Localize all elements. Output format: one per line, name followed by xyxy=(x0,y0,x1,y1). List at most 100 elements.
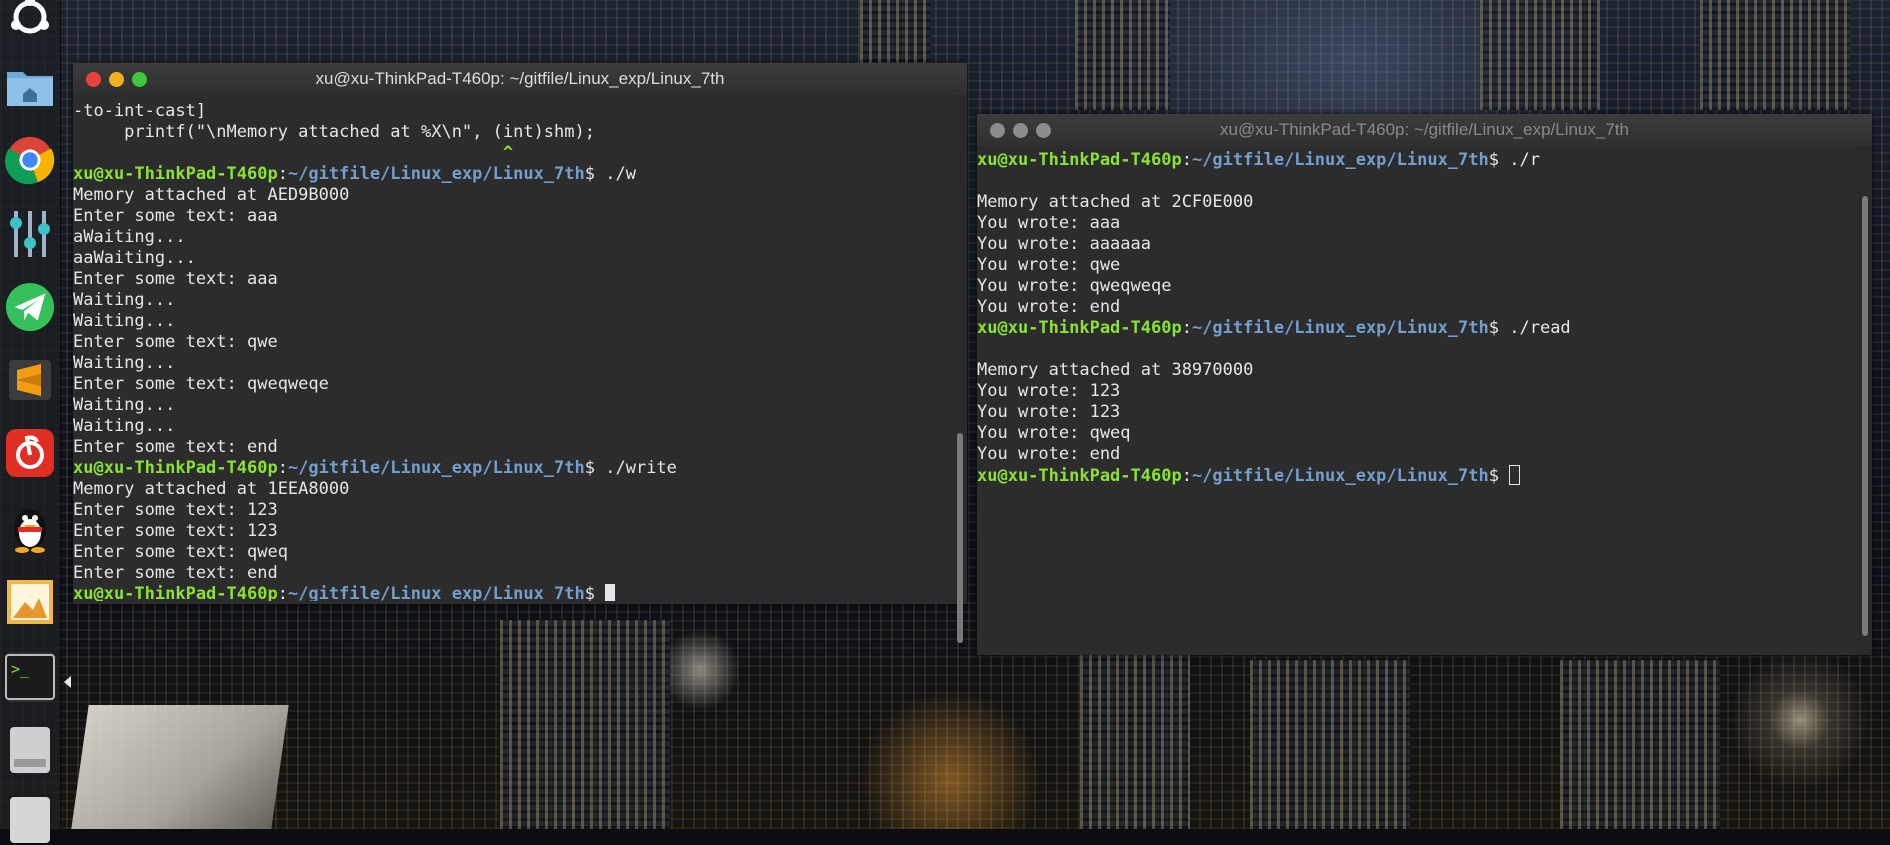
output-line: You wrote: end xyxy=(977,444,1121,464)
minimize-button[interactable] xyxy=(109,72,124,87)
terminal-scrollbar[interactable] xyxy=(953,95,967,643)
output-line: Enter some text: qweqweqe xyxy=(73,374,329,394)
window-title: xu@xu-ThinkPad-T460p: ~/gitfile/Linux_ex… xyxy=(1220,120,1629,139)
svg-text:>_: >_ xyxy=(11,660,30,678)
prompt-symbol: $ xyxy=(1488,318,1500,338)
prompt-user-host: xu@xu-ThinkPad-T460p xyxy=(73,164,278,184)
output-line: You wrote: aaa xyxy=(977,213,1121,233)
output-line: Waiting... xyxy=(73,290,176,310)
image-viewer-icon[interactable] xyxy=(5,577,55,627)
wallpaper-building xyxy=(500,620,670,829)
command-text: ./write xyxy=(595,458,677,478)
text-cursor[interactable] xyxy=(1509,465,1521,485)
output-line: You wrote: end xyxy=(977,297,1121,317)
window-title: xu@xu-ThinkPad-T460p: ~/gitfile/Linux_ex… xyxy=(315,69,725,88)
output-line: aWaiting... xyxy=(73,227,186,247)
prompt-path: ~/gitfile/Linux_exp/Linux_7th xyxy=(287,164,585,184)
command-text xyxy=(595,584,605,601)
wallpaper-building xyxy=(1480,0,1600,110)
chrome-icon[interactable] xyxy=(5,135,55,185)
output-line: Waiting... xyxy=(73,416,176,436)
output-line: Enter some text: aaa xyxy=(73,206,278,226)
prompt-line: xu@xu-ThinkPad-T460p:~/gitfile/Linux_exp… xyxy=(977,150,1858,171)
output-line: Enter some text: end xyxy=(73,437,278,457)
maximize-button[interactable] xyxy=(132,72,147,87)
output-line: Enter some text: aaa xyxy=(73,269,278,289)
output-line: Memory attached at 1EEA8000 xyxy=(73,479,350,499)
left-terminal-titlebar[interactable]: xu@xu-ThinkPad-T460p: ~/gitfile/Linux_ex… xyxy=(73,63,967,95)
compiler-caret-line: ^ xyxy=(73,143,514,163)
prompt-path: ~/gitfile/Linux_exp/Linux_7th xyxy=(287,458,585,478)
prompt-symbol: $ xyxy=(584,164,596,184)
ubuntu-logo-icon[interactable] xyxy=(5,0,55,42)
terminal-output[interactable]: -to-int-cast] printf("\nMemory attached … xyxy=(73,101,953,601)
prompt-path: ~/gitfile/Linux_exp/Linux_7th xyxy=(1191,150,1489,170)
wallpaper-building xyxy=(1080,655,1190,829)
prompt-separator: : xyxy=(1181,466,1192,486)
output-line: printf("\nMemory attached at %X\n", (int… xyxy=(73,122,595,142)
telegram-icon[interactable] xyxy=(5,282,55,332)
terminal-output[interactable]: xu@xu-ThinkPad-T460p:~/gitfile/Linux_exp… xyxy=(977,150,1858,650)
unity-launcher: >_ xyxy=(0,0,61,843)
prompt-line: xu@xu-ThinkPad-T460p:~/gitfile/Linux_exp… xyxy=(977,465,1858,486)
prompt-symbol: $ xyxy=(1488,466,1500,486)
command-text xyxy=(1499,466,1509,486)
text-cursor[interactable] xyxy=(605,584,616,601)
prompt-path: ~/gitfile/Linux_exp/Linux_7th xyxy=(1191,466,1489,486)
output-line: Enter some text: qwe xyxy=(73,332,278,352)
prompt-line: xu@xu-ThinkPad-T460p:~/gitfile/Linux_exp… xyxy=(73,458,953,479)
output-line: Enter some text: 123 xyxy=(73,500,278,520)
prompt-path: ~/gitfile/Linux_exp/Linux_7th xyxy=(287,584,585,601)
output-line: Memory attached at 38970000 xyxy=(977,360,1254,380)
prompt-symbol: $ xyxy=(584,584,596,601)
home-folder-icon[interactable] xyxy=(5,62,55,112)
output-line: You wrote: 123 xyxy=(977,381,1121,401)
prompt-separator: : xyxy=(277,584,288,601)
output-line: Enter some text: qweq xyxy=(73,542,288,562)
maximize-button[interactable] xyxy=(1036,123,1051,138)
prompt-line: xu@xu-ThinkPad-T460p:~/gitfile/Linux_exp… xyxy=(73,584,953,601)
prompt-line: xu@xu-ThinkPad-T460p:~/gitfile/Linux_exp… xyxy=(73,164,953,185)
prompt-path: ~/gitfile/Linux_exp/Linux_7th xyxy=(1191,318,1489,338)
scrollbar-thumb[interactable] xyxy=(957,433,963,643)
prompt-line: xu@xu-ThinkPad-T460p:~/gitfile/Linux_exp… xyxy=(977,318,1858,339)
close-button[interactable] xyxy=(990,123,1005,138)
output-line: Waiting... xyxy=(73,353,176,373)
sublime-text-icon[interactable] xyxy=(5,355,55,405)
command-text: ./w xyxy=(595,164,636,184)
wallpaper-building xyxy=(1700,0,1850,110)
minimize-button[interactable] xyxy=(1013,123,1028,138)
wallpaper-building xyxy=(1250,660,1410,829)
qq-penguin-icon[interactable] xyxy=(5,502,55,553)
prompt-user-host: xu@xu-ThinkPad-T460p xyxy=(977,150,1182,170)
output-line: Enter some text: 123 xyxy=(73,521,278,541)
active-app-indicator xyxy=(64,676,71,688)
close-button[interactable] xyxy=(86,72,101,87)
left-terminal-window[interactable]: xu@xu-ThinkPad-T460p: ~/gitfile/Linux_ex… xyxy=(73,63,967,643)
command-text: ./read xyxy=(1499,318,1571,338)
terminal-icon[interactable]: >_ xyxy=(5,652,55,702)
wallpaper-building xyxy=(1560,660,1720,829)
right-terminal-window[interactable]: xu@xu-ThinkPad-T460p: ~/gitfile/Linux_ex… xyxy=(977,114,1872,655)
drive-icon[interactable] xyxy=(5,725,55,775)
output-line: Memory attached at AED9B000 xyxy=(73,185,350,205)
mixer-settings-icon[interactable] xyxy=(5,209,55,259)
prompt-separator: : xyxy=(1181,150,1192,170)
prompt-separator: : xyxy=(1181,318,1192,338)
output-line: Memory attached at 2CF0E000 xyxy=(977,192,1254,212)
prompt-user-host: xu@xu-ThinkPad-T460p xyxy=(73,458,278,478)
right-terminal-titlebar[interactable]: xu@xu-ThinkPad-T460p: ~/gitfile/Linux_ex… xyxy=(977,114,1872,146)
output-line: You wrote: aaaaaa xyxy=(977,234,1151,254)
terminal-scrollbar[interactable] xyxy=(1858,146,1872,655)
drive-icon-2[interactable] xyxy=(5,795,55,845)
netease-music-icon[interactable] xyxy=(5,428,55,478)
output-line: Waiting... xyxy=(73,395,176,415)
scrollbar-thumb[interactable] xyxy=(1862,196,1868,636)
prompt-user-host: xu@xu-ThinkPad-T460p xyxy=(977,318,1182,338)
prompt-user-host: xu@xu-ThinkPad-T460p xyxy=(73,584,278,601)
output-line: You wrote: qweq xyxy=(977,423,1131,443)
output-line: You wrote: qweqweqe xyxy=(977,276,1172,296)
output-line: Enter some text: end xyxy=(73,563,278,583)
